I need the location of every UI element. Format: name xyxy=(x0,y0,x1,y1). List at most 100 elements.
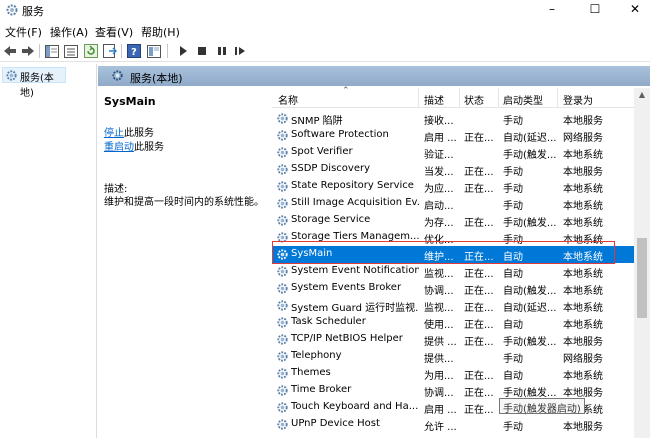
service-gear-icon xyxy=(276,299,289,312)
table-row[interactable]: Task Scheduler 使用... 正在... 自动 本地系统 xyxy=(272,314,634,331)
service-description: 为存... xyxy=(424,218,454,229)
service-logon-as: 本地服务 xyxy=(563,116,603,127)
tree-item-services-local[interactable]: 服务(本地) xyxy=(2,67,66,99)
service-description: 允许 ... xyxy=(424,422,457,433)
scroll-up-icon[interactable]: ▲ xyxy=(634,90,650,104)
table-row[interactable]: System Event Notification... 监视... 正在... 自动… xyxy=(272,263,634,280)
console-tree-icon[interactable] xyxy=(44,43,60,59)
service-status: 正在... xyxy=(464,337,494,348)
service-description: 使用... xyxy=(424,320,454,331)
column-divider[interactable] xyxy=(418,88,419,108)
column-divider[interactable] xyxy=(557,88,558,108)
description-text: 维护和提高一段时间内的系统性能。 xyxy=(104,197,264,208)
vertical-scrollbar[interactable]: ▲ xyxy=(634,88,650,438)
column-startup-type[interactable]: 启动类型 xyxy=(503,92,543,107)
service-logon-as: 本地服务 xyxy=(563,422,603,433)
service-logon-as: 本地系统 xyxy=(563,269,603,280)
column-logon-as[interactable]: 登录为 xyxy=(563,92,593,107)
column-name[interactable]: 名称 xyxy=(278,92,298,107)
service-name: Storage Service xyxy=(291,214,371,225)
service-logon-as: 本地服务 xyxy=(563,167,603,178)
menu-action[interactable]: 操作(A) xyxy=(50,24,88,40)
service-startup-type: 手动 xyxy=(503,201,523,212)
service-gear-icon xyxy=(276,316,289,329)
view-icon[interactable] xyxy=(146,43,162,59)
column-status[interactable]: 状态 xyxy=(464,92,484,107)
table-row[interactable]: Telephony 提供... 手动 网络服务 xyxy=(272,348,634,365)
service-description: 接收... xyxy=(424,116,454,127)
table-row[interactable]: Spot Verifier 验证... 手动(触发... 本地系统 xyxy=(272,144,634,161)
service-description: 为应... xyxy=(424,184,454,195)
service-description: 协调... xyxy=(424,388,454,399)
service-gear-icon xyxy=(276,163,289,176)
pane-header-label: 服务(本地) xyxy=(130,72,183,85)
column-divider[interactable] xyxy=(498,88,499,108)
service-name: TCP/IP NetBIOS Helper xyxy=(291,333,403,344)
service-status: 正在... xyxy=(464,286,494,297)
startup-type-tooltip: 手动(触发器启动) xyxy=(499,398,585,415)
restart-service-suffix: 此服务 xyxy=(134,142,164,153)
table-row[interactable]: State Repository Service 为应... 正在... 手动 本地系统 xyxy=(272,178,634,195)
service-status: 正在... xyxy=(464,269,494,280)
service-logon-as: 本地服务 xyxy=(563,388,603,399)
service-startup-type: 自动 xyxy=(503,269,523,280)
restart-service-action: 重启动此服务 xyxy=(104,138,164,153)
service-gear-icon xyxy=(276,197,289,210)
service-name: System Guard 运行时监视... xyxy=(291,303,419,314)
pause-icon[interactable] xyxy=(214,43,230,59)
service-status: 正在... xyxy=(464,320,494,331)
service-logon-as: 网络服务 xyxy=(563,133,603,144)
service-name: Still Image Acquisition Ev... xyxy=(291,197,419,208)
column-divider[interactable] xyxy=(459,88,460,108)
table-row[interactable]: Still Image Acquisition Ev... 启动... 手动 本地系统 xyxy=(272,195,634,212)
scrollbar-thumb[interactable] xyxy=(637,238,647,318)
service-description: 协调... xyxy=(424,286,454,297)
service-name: Themes xyxy=(291,367,331,378)
service-status: 正在... xyxy=(464,405,494,416)
table-row[interactable]: System Guard 运行时监视... 监视... 正在... 自动(延迟... 本… xyxy=(272,297,634,314)
services-gear-icon xyxy=(5,3,19,17)
back-icon[interactable] xyxy=(2,43,18,59)
table-row[interactable]: Storage Service 为存... 正在... 手动(触发... 本地系统 xyxy=(272,212,634,229)
table-row[interactable]: Themes 为用... 正在... 自动 本地系统 xyxy=(272,365,634,382)
service-status: 正在... xyxy=(464,371,494,382)
table-row[interactable]: SSDP Discovery 当发... 正在... 手动 本地服务 xyxy=(272,161,634,178)
service-startup-type: 手动(触发... xyxy=(503,218,557,229)
service-status: 正在... xyxy=(464,167,494,178)
export-icon[interactable] xyxy=(102,43,118,59)
table-row[interactable]: Software Protection 启用 ... 正在... 自动(延迟... 网络… xyxy=(272,127,634,144)
table-row[interactable]: Time Broker 协调... 正在... 手动(触发... 本地服务 xyxy=(272,382,634,399)
refresh-icon[interactable] xyxy=(83,43,99,59)
service-description: 当发... xyxy=(424,167,454,178)
table-row[interactable]: TCP/IP NetBIOS Helper 提供 ... 正在... 手动(触发...… xyxy=(272,331,634,348)
service-status: 正在... xyxy=(464,184,494,195)
forward-icon[interactable] xyxy=(20,43,36,59)
service-logon-as: 本地系统 xyxy=(563,150,603,161)
stop-icon[interactable] xyxy=(194,43,210,59)
play-icon[interactable] xyxy=(175,43,191,59)
service-description: 启动... xyxy=(424,201,454,212)
service-startup-type: 手动 xyxy=(503,167,523,178)
window-title: 服务 xyxy=(22,5,44,18)
restart-icon[interactable] xyxy=(232,43,248,59)
close-icon[interactable]: ✕ xyxy=(620,0,650,20)
column-description[interactable]: 描述 xyxy=(424,92,444,107)
service-gear-icon xyxy=(276,384,289,397)
table-row[interactable]: System Events Broker 协调... 正在... 自动(触发... 本地… xyxy=(272,280,634,297)
minimize-icon[interactable]: – xyxy=(537,0,567,20)
service-name: System Event Notification... xyxy=(291,265,419,276)
help-icon[interactable]: ? xyxy=(126,43,142,59)
menu-help[interactable]: 帮助(H) xyxy=(141,24,180,40)
service-startup-type: 手动(触发... xyxy=(503,150,557,161)
table-row[interactable]: UPnP Device Host 允许 ... 手动 本地服务 xyxy=(272,416,634,433)
restart-service-link[interactable]: 重启动 xyxy=(104,142,134,153)
properties-list-icon[interactable] xyxy=(63,43,79,59)
service-name: Telephony xyxy=(291,350,342,361)
menu-file[interactable]: 文件(F) xyxy=(5,24,42,40)
maximize-icon[interactable]: ☐ xyxy=(580,0,610,20)
menu-view[interactable]: 查看(V) xyxy=(95,24,133,40)
service-startup-type: 自动 xyxy=(503,371,523,382)
title-bar: 服务 – ☐ ✕ xyxy=(0,0,650,20)
table-row[interactable]: SNMP 陷阱 接收... 手动 本地服务 xyxy=(272,110,634,127)
service-gear-icon xyxy=(276,146,289,159)
